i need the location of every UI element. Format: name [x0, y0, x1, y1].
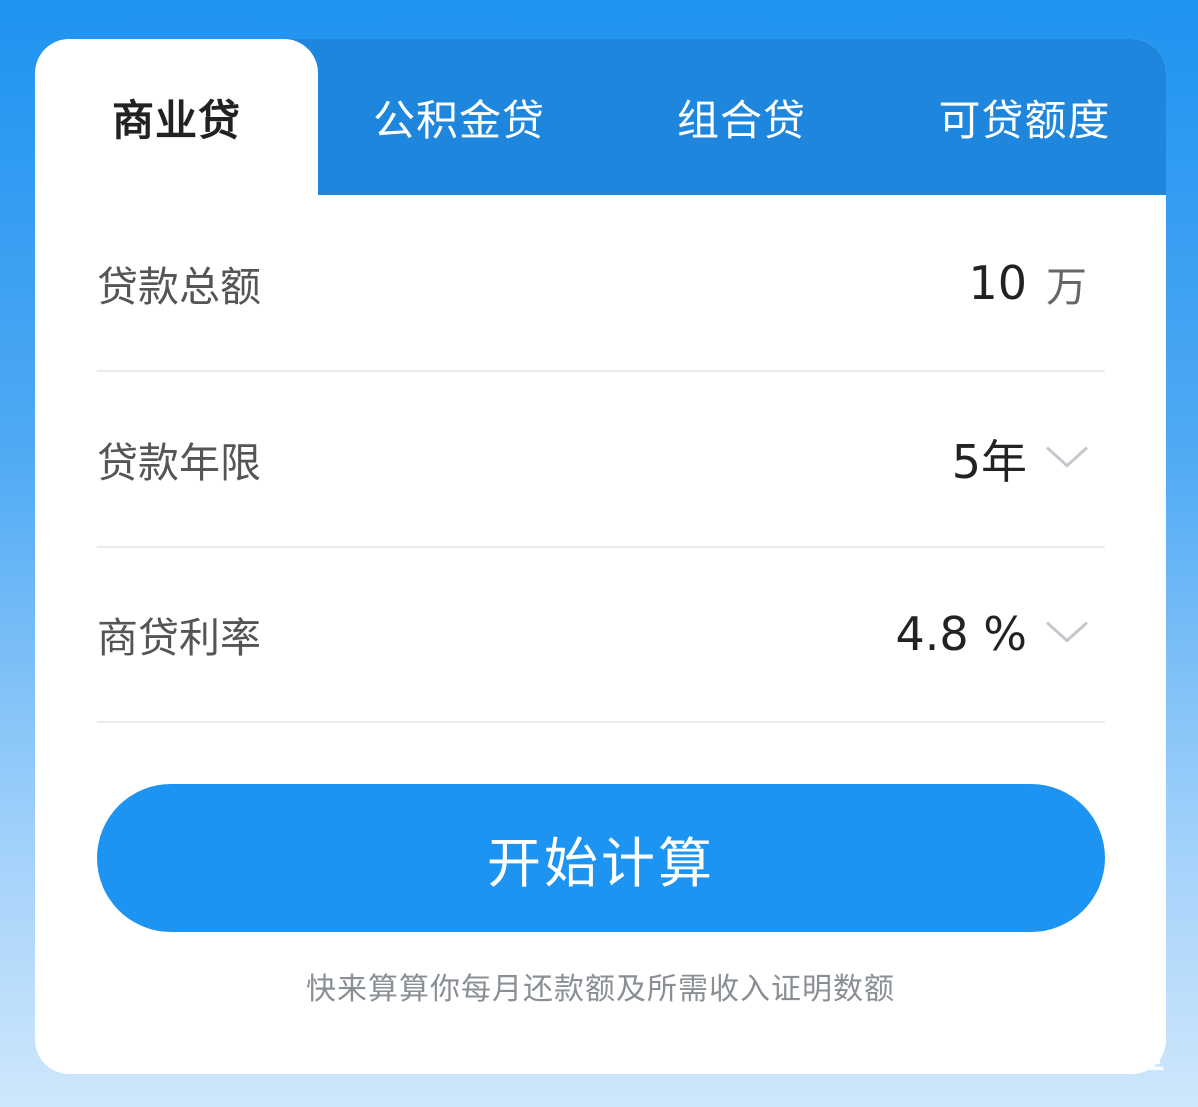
tab-commercial-loan[interactable]: 商业贷 [35, 39, 318, 195]
loan-rate-row[interactable]: 商贷利率 4.8 % [97, 546, 1105, 723]
loan-term-label: 贷款年限 [97, 438, 261, 487]
loan-rate-label: 商贷利率 [97, 613, 261, 662]
start-calculation-button[interactable]: 开始计算 [97, 784, 1105, 932]
chevron-down-icon[interactable] [1045, 619, 1089, 643]
loan-calculator-card: 商业贷 公积金贷 组合贷 可贷额度 贷款总额 10 万 贷款年限 5年 商贷利率… [35, 39, 1166, 1074]
tab-provident-fund-loan[interactable]: 公积金贷 [318, 39, 600, 195]
tab-combination-loan[interactable]: 组合贷 [600, 39, 883, 195]
loan-term-row[interactable]: 贷款年限 5年 [97, 371, 1105, 548]
tab-loan-limit[interactable]: 可贷额度 [883, 39, 1166, 195]
loan-type-tabbar: 商业贷 公积金贷 组合贷 可贷额度 [35, 39, 1166, 195]
loan-rate-value[interactable]: 4.8 % [896, 607, 1028, 661]
loan-amount-input[interactable]: 10 [968, 256, 1027, 310]
hint-text: 快来算算你每月还款额及所需收入证明数额 [306, 972, 895, 1007]
loan-amount-label: 贷款总额 [97, 262, 261, 311]
watermark: 知乎 @蒸鲈鱼 [930, 1036, 1166, 1077]
loan-term-value[interactable]: 5年 [952, 426, 1027, 492]
loan-amount-unit: 万 [1046, 262, 1087, 311]
loan-amount-row[interactable]: 贷款总额 10 万 [97, 195, 1105, 372]
chevron-down-icon[interactable] [1045, 444, 1089, 468]
